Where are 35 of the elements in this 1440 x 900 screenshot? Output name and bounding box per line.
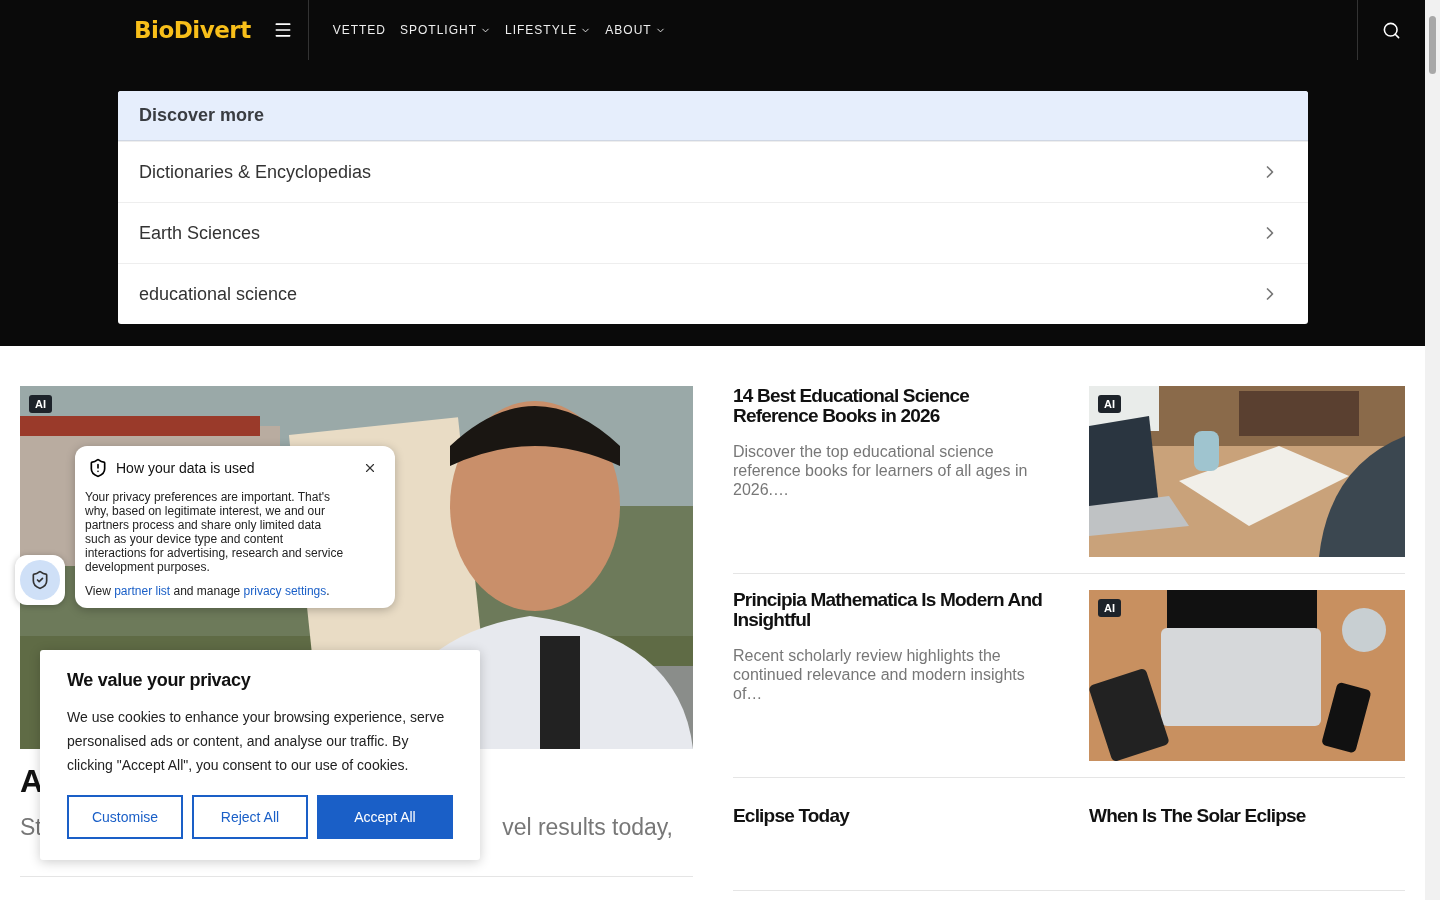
scrollbar[interactable] (1425, 0, 1440, 900)
popup-text: Your privacy preferences are important. That's why, based on legitimate interest, we and our partners process and share only limited data such as your device type and content interactions for advertising, research and service development purposes. (85, 490, 345, 574)
nav-link[interactable]: SPOTLIGHT (399, 23, 491, 37)
consent-button[interactable]: Reject All (192, 795, 308, 839)
article-excerpt: vel results today, (502, 814, 674, 841)
ai-badge: AI (1098, 395, 1121, 413)
privacy-shield-button[interactable] (15, 555, 65, 605)
discover-heading: Discover more (118, 91, 1308, 141)
consent-button[interactable]: Accept All (317, 795, 453, 839)
consent-button[interactable]: Customise (67, 795, 183, 839)
discover-link[interactable]: Earth Sciences (118, 202, 1308, 263)
discover-link[interactable]: educational science (118, 263, 1308, 324)
article-title[interactable]: A (20, 763, 44, 800)
shield-check-icon (30, 570, 50, 590)
article-title[interactable]: 14 Best Educational Science Reference Books in 2026 (733, 386, 1045, 426)
nav-link[interactable]: VETTED (332, 23, 386, 37)
shield-icon (88, 458, 108, 478)
discover-link[interactable]: Dictionaries & Encyclopedias (118, 141, 1308, 202)
article-excerpt: Discover the top educational science reference books for learners of all ages in 2026.… (733, 442, 1029, 499)
banner-title: We value your privacy (67, 670, 252, 691)
nav-link[interactable]: LIFESTYLE (505, 23, 592, 37)
article-excerpt: Recent scholarly review highlights the continued relevance and modern insights of… (733, 646, 1026, 703)
article-title[interactable]: When Is The Solar Eclipse (1089, 806, 1401, 890)
banner-text: We use cookies to enhance your browsing experience, serve personalised ads or content, and analyse our traffic. By clicking "Accept All", you consent to our use of cookies. (67, 708, 446, 775)
site-logo[interactable]: BioDivert (134, 17, 251, 43)
ai-badge: AI (1098, 599, 1121, 617)
nav-link[interactable]: ABOUT (605, 23, 666, 37)
article-excerpt: St (20, 814, 42, 841)
popup-footer-text: View partner list and manage privacy settings. (85, 584, 331, 598)
article-title[interactable]: Principia Mathematica Is Modern And Insightful (733, 590, 1045, 630)
article-title[interactable]: Eclipse Today (733, 806, 1045, 890)
close-icon[interactable] (363, 461, 377, 475)
partner-list-link[interactable]: partner list (114, 584, 171, 598)
ai-badge: AI (29, 395, 52, 413)
popup-title: How your data is used (116, 460, 256, 476)
